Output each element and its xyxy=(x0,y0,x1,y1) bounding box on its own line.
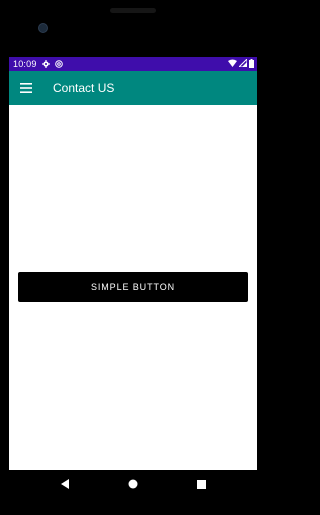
at-sign-icon xyxy=(54,60,63,68)
navigation-bar xyxy=(9,470,257,498)
main-content: SIMPLE BUTTON xyxy=(9,105,257,470)
earpiece-speaker xyxy=(110,8,156,13)
app-bar: Contact US xyxy=(9,71,257,105)
device-frame: 10:09 Contact US SIMPLE BUTTON xyxy=(0,0,266,515)
status-bar: 10:09 xyxy=(9,57,257,71)
hamburger-menu-icon[interactable] xyxy=(9,71,43,105)
status-time: 10:09 xyxy=(13,59,37,69)
signal-icon xyxy=(237,57,248,69)
back-icon[interactable] xyxy=(57,476,73,492)
front-camera xyxy=(38,23,48,33)
simple-button[interactable]: SIMPLE BUTTON xyxy=(18,272,248,302)
recents-icon[interactable] xyxy=(193,476,209,492)
gear-icon xyxy=(41,60,50,68)
home-icon[interactable] xyxy=(125,476,141,492)
wifi-icon xyxy=(228,59,237,69)
battery-icon xyxy=(249,58,254,70)
page-title: Contact US xyxy=(53,81,115,95)
